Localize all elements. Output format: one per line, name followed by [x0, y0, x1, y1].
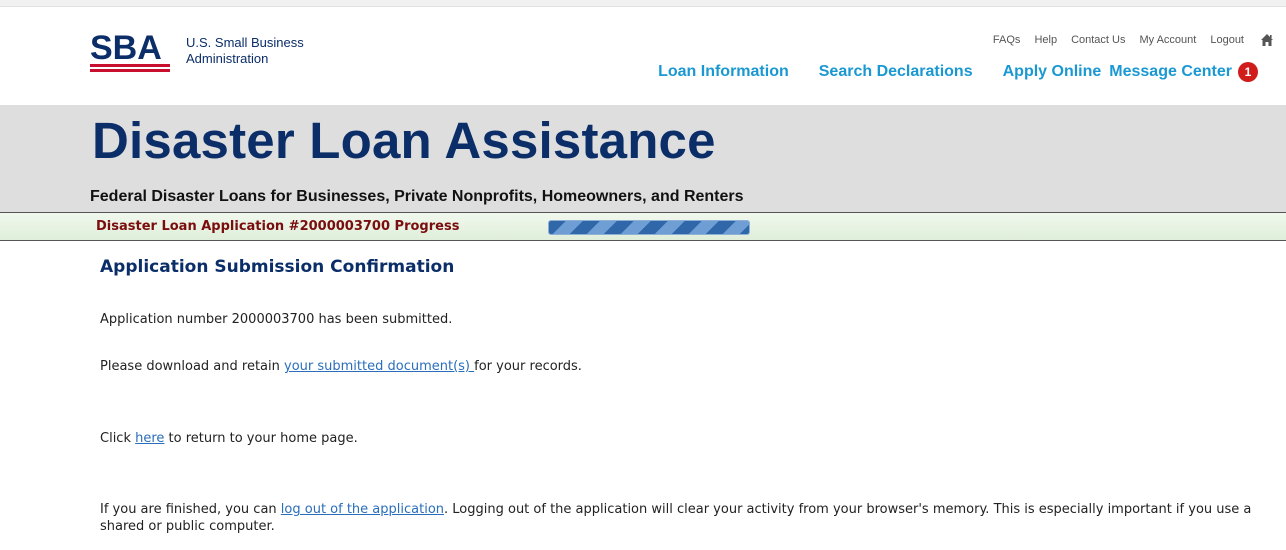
sba-logo-icon: SBA [90, 29, 170, 72]
application-progress-strip: Disaster Loan Application #2000003700 Pr… [0, 212, 1286, 241]
submitted-message: Application number 2000003700 has been s… [100, 312, 453, 327]
nav-loan-information[interactable]: Loan Information [658, 63, 789, 81]
logo-line-1: U.S. Small Business [186, 35, 304, 50]
logo-line-2: Administration [186, 51, 269, 66]
title-banner: Disaster Loan Assistance Federal Disaste… [0, 105, 1286, 212]
logo-wordmark: U.S. Small Business Administration [186, 35, 304, 67]
finish-text-before: If you are finished, you can [100, 502, 281, 517]
click-text-before: Click [100, 431, 136, 446]
download-message: Please download and retain your submitte… [100, 359, 582, 374]
progress-label: Disaster Loan Application #2000003700 Pr… [96, 219, 460, 234]
progress-bar [548, 220, 750, 235]
nav-search-declarations[interactable]: Search Declarations [819, 63, 973, 81]
download-text-after: for your records. [474, 359, 582, 374]
browser-top-strip [0, 0, 1286, 7]
utility-nav: FAQs Help Contact Us My Account Logout [979, 33, 1274, 47]
page-title: Disaster Loan Assistance [92, 112, 716, 169]
submitted-documents-link[interactable]: your submitted document(s) [284, 359, 474, 374]
progress-bar-fill [549, 221, 749, 234]
home-icon[interactable] [1260, 33, 1274, 47]
sba-logo-letters: SBA [90, 29, 162, 67]
return-home-link[interactable]: here [135, 431, 164, 446]
download-text-before: Please download and retain [100, 359, 285, 374]
click-text-after: to return to your home page. [164, 431, 358, 446]
logout-link[interactable]: Logout [1210, 34, 1244, 46]
my-account-link[interactable]: My Account [1139, 34, 1196, 46]
return-home-message: Click here to return to your home page. [100, 431, 358, 446]
contact-us-link[interactable]: Contact Us [1071, 34, 1125, 46]
nav-apply-online[interactable]: Apply Online [1003, 63, 1102, 81]
main-nav: Loan Information Search Declarations App… [628, 62, 1258, 82]
sba-logo[interactable]: SBA U.S. Small Business Administration [90, 25, 350, 75]
site-header: SBA U.S. Small Business Administration F… [0, 7, 1286, 105]
nav-message-center[interactable]: Message Center [1109, 63, 1232, 81]
page-subtitle: Federal Disaster Loans for Businesses, P… [90, 188, 744, 205]
logout-message: If you are finished, you can log out of … [100, 501, 1280, 535]
log-out-application-link[interactable]: log out of the application [281, 502, 444, 517]
message-count-badge[interactable]: 1 [1238, 62, 1258, 82]
help-link[interactable]: Help [1034, 34, 1057, 46]
confirmation-heading: Application Submission Confirmation [100, 257, 455, 277]
faqs-link[interactable]: FAQs [993, 34, 1021, 46]
